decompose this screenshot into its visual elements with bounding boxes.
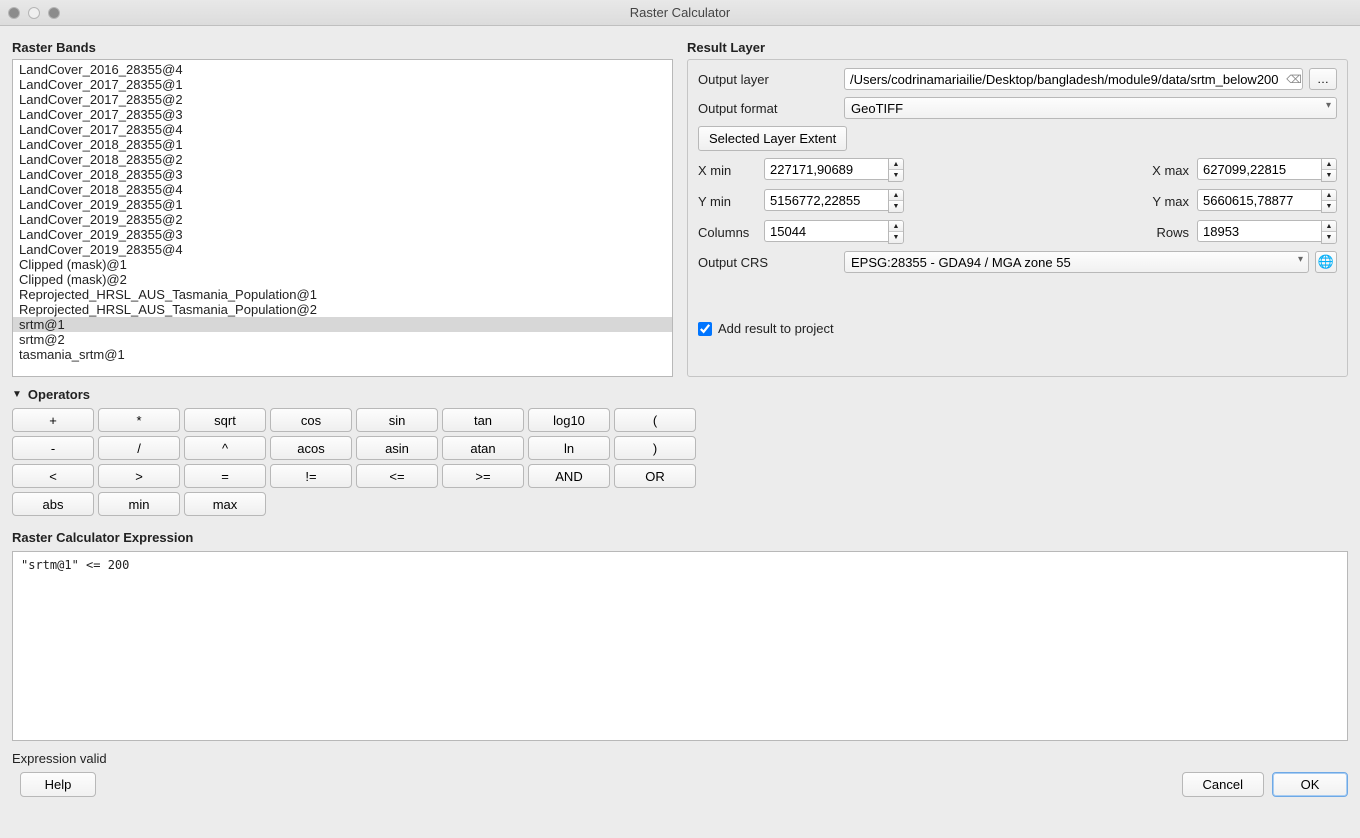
ymin-down-icon[interactable]: ▼	[889, 201, 903, 212]
rows-input[interactable]	[1197, 220, 1321, 242]
titlebar: Raster Calculator	[0, 0, 1360, 26]
list-item[interactable]: Reprojected_HRSL_AUS_Tasmania_Population…	[13, 302, 672, 317]
list-item[interactable]: LandCover_2019_28355@3	[13, 227, 672, 242]
help-button[interactable]: Help	[20, 772, 96, 797]
operator-button[interactable]: ^	[184, 436, 266, 460]
list-item[interactable]: tasmania_srtm@1	[13, 347, 672, 362]
output-format-select[interactable]: GeoTIFF	[844, 97, 1337, 119]
columns-label: Columns	[698, 225, 756, 240]
operator-button[interactable]: >	[98, 464, 180, 488]
operator-button[interactable]: <	[12, 464, 94, 488]
cols-down-icon[interactable]: ▼	[889, 232, 903, 243]
operators-grid: +*sqrtcossintanlog10( -/^acosasinatanln) <…	[12, 408, 1348, 516]
ymin-input[interactable]	[764, 189, 888, 211]
xmax-label: X max	[1141, 163, 1189, 178]
operator-button[interactable]: min	[98, 492, 180, 516]
operator-button[interactable]: log10	[528, 408, 610, 432]
window-title: Raster Calculator	[0, 5, 1360, 20]
list-item[interactable]: LandCover_2017_28355@4	[13, 122, 672, 137]
raster-bands-label: Raster Bands	[12, 40, 673, 55]
disclosure-triangle-icon: ▼	[12, 389, 22, 400]
list-item[interactable]: LandCover_2019_28355@4	[13, 242, 672, 257]
operators-label: Operators	[28, 387, 90, 402]
operator-button[interactable]: atan	[442, 436, 524, 460]
list-item[interactable]: Clipped (mask)@1	[13, 257, 672, 272]
operator-button[interactable]: asin	[356, 436, 438, 460]
rows-up-icon[interactable]: ▲	[1322, 221, 1336, 232]
operator-button[interactable]: !=	[270, 464, 352, 488]
xmin-down-icon[interactable]: ▼	[889, 170, 903, 181]
list-item[interactable]: LandCover_2019_28355@1	[13, 197, 672, 212]
ymax-label: Y max	[1141, 194, 1189, 209]
operators-header[interactable]: ▼ Operators	[12, 387, 1348, 402]
status-text: Expression valid	[12, 751, 1348, 766]
xmin-label: X min	[698, 163, 756, 178]
operator-button[interactable]: >=	[442, 464, 524, 488]
list-item[interactable]: Reprojected_HRSL_AUS_Tasmania_Population…	[13, 287, 672, 302]
add-to-project-checkbox[interactable]	[698, 322, 712, 336]
list-item[interactable]: srtm@2	[13, 332, 672, 347]
operator-button[interactable]: *	[98, 408, 180, 432]
selected-extent-button[interactable]: Selected Layer Extent	[698, 126, 847, 151]
operator-button[interactable]: +	[12, 408, 94, 432]
output-layer-label: Output layer	[698, 72, 838, 87]
operator-button[interactable]: -	[12, 436, 94, 460]
operator-button[interactable]: AND	[528, 464, 610, 488]
cancel-button[interactable]: Cancel	[1182, 772, 1264, 797]
operator-button[interactable]: sqrt	[184, 408, 266, 432]
xmin-up-icon[interactable]: ▲	[889, 159, 903, 170]
rows-down-icon[interactable]: ▼	[1322, 232, 1336, 243]
output-crs-select[interactable]: EPSG:28355 - GDA94 / MGA zone 55	[844, 251, 1309, 273]
columns-input[interactable]	[764, 220, 888, 242]
list-item[interactable]: LandCover_2016_28355@4	[13, 62, 672, 77]
operator-button[interactable]: (	[614, 408, 696, 432]
expression-editor[interactable]: "srtm@1" <= 200	[12, 551, 1348, 741]
list-item[interactable]: LandCover_2017_28355@3	[13, 107, 672, 122]
operator-button[interactable]: OR	[614, 464, 696, 488]
operator-button[interactable]: sin	[356, 408, 438, 432]
rows-label: Rows	[1141, 225, 1189, 240]
raster-bands-list[interactable]: LandCover_2016_28355@4LandCover_2017_283…	[12, 59, 673, 377]
ymax-input[interactable]	[1197, 189, 1321, 211]
xmin-input[interactable]	[764, 158, 888, 180]
result-layer-label: Result Layer	[687, 40, 1348, 55]
output-layer-input[interactable]	[844, 68, 1303, 90]
output-crs-label: Output CRS	[698, 255, 838, 270]
cols-up-icon[interactable]: ▲	[889, 221, 903, 232]
list-item[interactable]: LandCover_2018_28355@1	[13, 137, 672, 152]
ok-button[interactable]: OK	[1272, 772, 1348, 797]
browse-output-button[interactable]: …	[1309, 68, 1337, 90]
operator-button[interactable]: cos	[270, 408, 352, 432]
xmax-up-icon[interactable]: ▲	[1322, 159, 1336, 170]
ymax-down-icon[interactable]: ▼	[1322, 201, 1336, 212]
list-item[interactable]: LandCover_2018_28355@4	[13, 182, 672, 197]
expression-label: Raster Calculator Expression	[12, 530, 1348, 545]
xmax-down-icon[interactable]: ▼	[1322, 170, 1336, 181]
operator-button[interactable]: abs	[12, 492, 94, 516]
operator-button[interactable]: tan	[442, 408, 524, 432]
list-item[interactable]: LandCover_2019_28355@2	[13, 212, 672, 227]
ymax-up-icon[interactable]: ▲	[1322, 190, 1336, 201]
operator-button[interactable]: acos	[270, 436, 352, 460]
list-item[interactable]: Clipped (mask)@2	[13, 272, 672, 287]
operator-button[interactable]: <=	[356, 464, 438, 488]
list-item[interactable]: LandCover_2017_28355@1	[13, 77, 672, 92]
list-item[interactable]: LandCover_2018_28355@2	[13, 152, 672, 167]
ymin-up-icon[interactable]: ▲	[889, 190, 903, 201]
ymin-label: Y min	[698, 194, 756, 209]
operator-button[interactable]: /	[98, 436, 180, 460]
output-format-label: Output format	[698, 101, 838, 116]
add-to-project-label[interactable]: Add result to project	[718, 321, 834, 336]
crs-picker-icon[interactable]: 🌐	[1315, 251, 1337, 273]
operator-button[interactable]: =	[184, 464, 266, 488]
xmax-input[interactable]	[1197, 158, 1321, 180]
clear-output-icon[interactable]: ⌫	[1285, 70, 1303, 88]
operator-button[interactable]: ln	[528, 436, 610, 460]
operator-button[interactable]: )	[614, 436, 696, 460]
list-item[interactable]: LandCover_2018_28355@3	[13, 167, 672, 182]
list-item[interactable]: LandCover_2017_28355@2	[13, 92, 672, 107]
operator-button[interactable]: max	[184, 492, 266, 516]
list-item[interactable]: srtm@1	[13, 317, 672, 332]
